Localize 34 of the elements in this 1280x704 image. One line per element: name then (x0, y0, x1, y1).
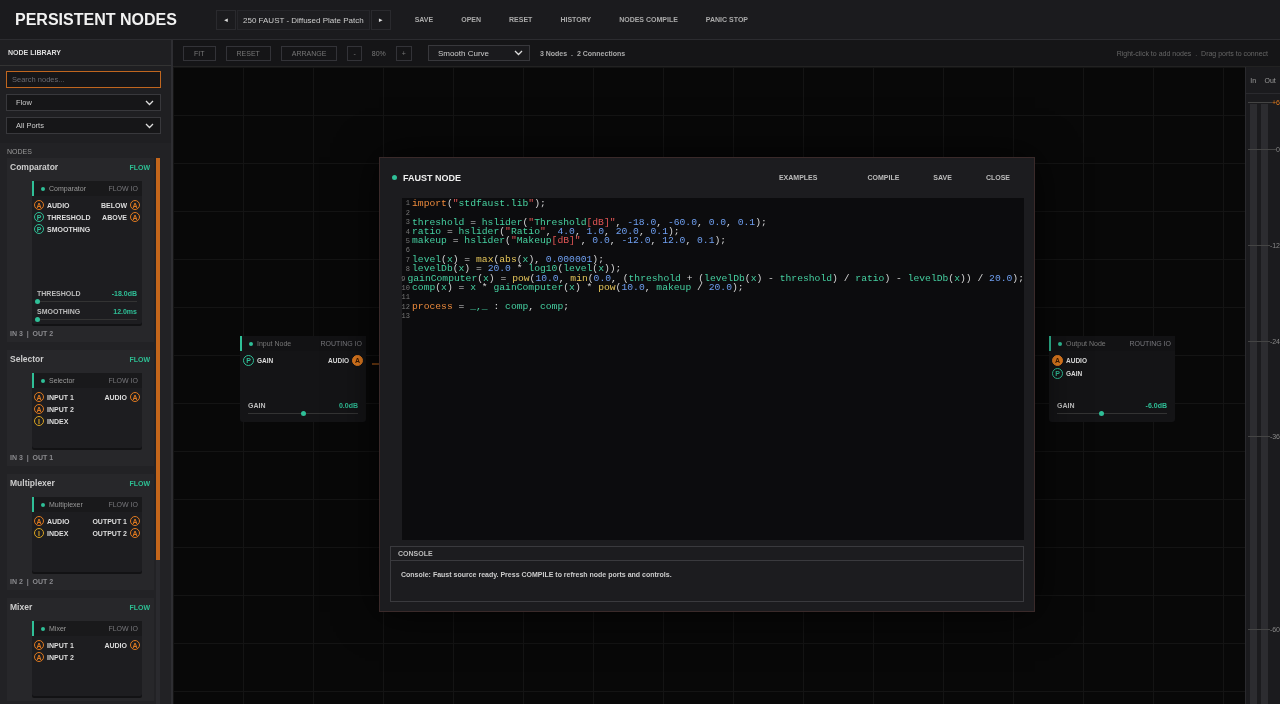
connection-line (371, 363, 380, 365)
code-line: gainComputer(x) = pow(10.0, min(0.0, (threshold + (levelDb(x) - threshold) / ratio) - levelDb(x)) / 20.0); (407, 273, 1024, 284)
code-line: levelDb(x) = 20.0 * log10(level(x)); (412, 264, 622, 274)
code-line: threshold = hslider("Threshold[dB]", -18.0, -60.0, 0.0, 0.1); (412, 217, 767, 227)
status-dot-icon (41, 502, 45, 507)
status-dot-icon (41, 626, 45, 631)
status-dot-icon (41, 186, 45, 191)
code-line: ratio = hslider("Ratio", 4.0, 1.0, 20.0, 0.1); (412, 226, 680, 237)
node-canvas[interactable] (173, 67, 1245, 704)
chevron-down-icon (513, 50, 523, 56)
status-dot-icon (249, 341, 253, 346)
chevron-down-icon (145, 99, 154, 106)
node-card-title: Multiplexer (10, 478, 55, 488)
code-line: comp(x) = x * gainComputer(x) * pow(10.0, makeup / 20.0); (412, 283, 744, 293)
chevron-down-icon (145, 122, 154, 129)
patch-name: 250 FAUST - Diffused Plate Patch (237, 9, 370, 30)
slider-thumb[interactable] (35, 317, 40, 322)
slider-thumb[interactable] (301, 411, 306, 416)
curve-dropdown[interactable]: Smooth Curve (427, 45, 530, 61)
node-card-title: Comparator (10, 162, 59, 172)
status-dot-icon (1058, 341, 1062, 346)
dialog-title: FAUST NODE (403, 172, 462, 183)
node-card-title: Selector (10, 354, 44, 364)
code-line: makeup = hslider("Makeup[dB]", 0.0, -12.0, 12.0, 0.1); (412, 236, 727, 246)
node-card-title: Mixer (10, 602, 33, 612)
code-line: process = _,_ : comp, comp; (412, 302, 570, 312)
app-title: PERSISTENT NODES (14, 10, 178, 29)
status-dot-icon (41, 378, 45, 383)
status-dot-icon (392, 175, 397, 181)
code-line: import("stdfaust.lib"); (412, 198, 546, 209)
scrollbar[interactable] (156, 158, 160, 704)
code-line: level(x) = max(abs(x), 0.000001); (412, 255, 604, 265)
slider-thumb[interactable] (35, 299, 40, 304)
slider-thumb[interactable] (1099, 411, 1104, 416)
